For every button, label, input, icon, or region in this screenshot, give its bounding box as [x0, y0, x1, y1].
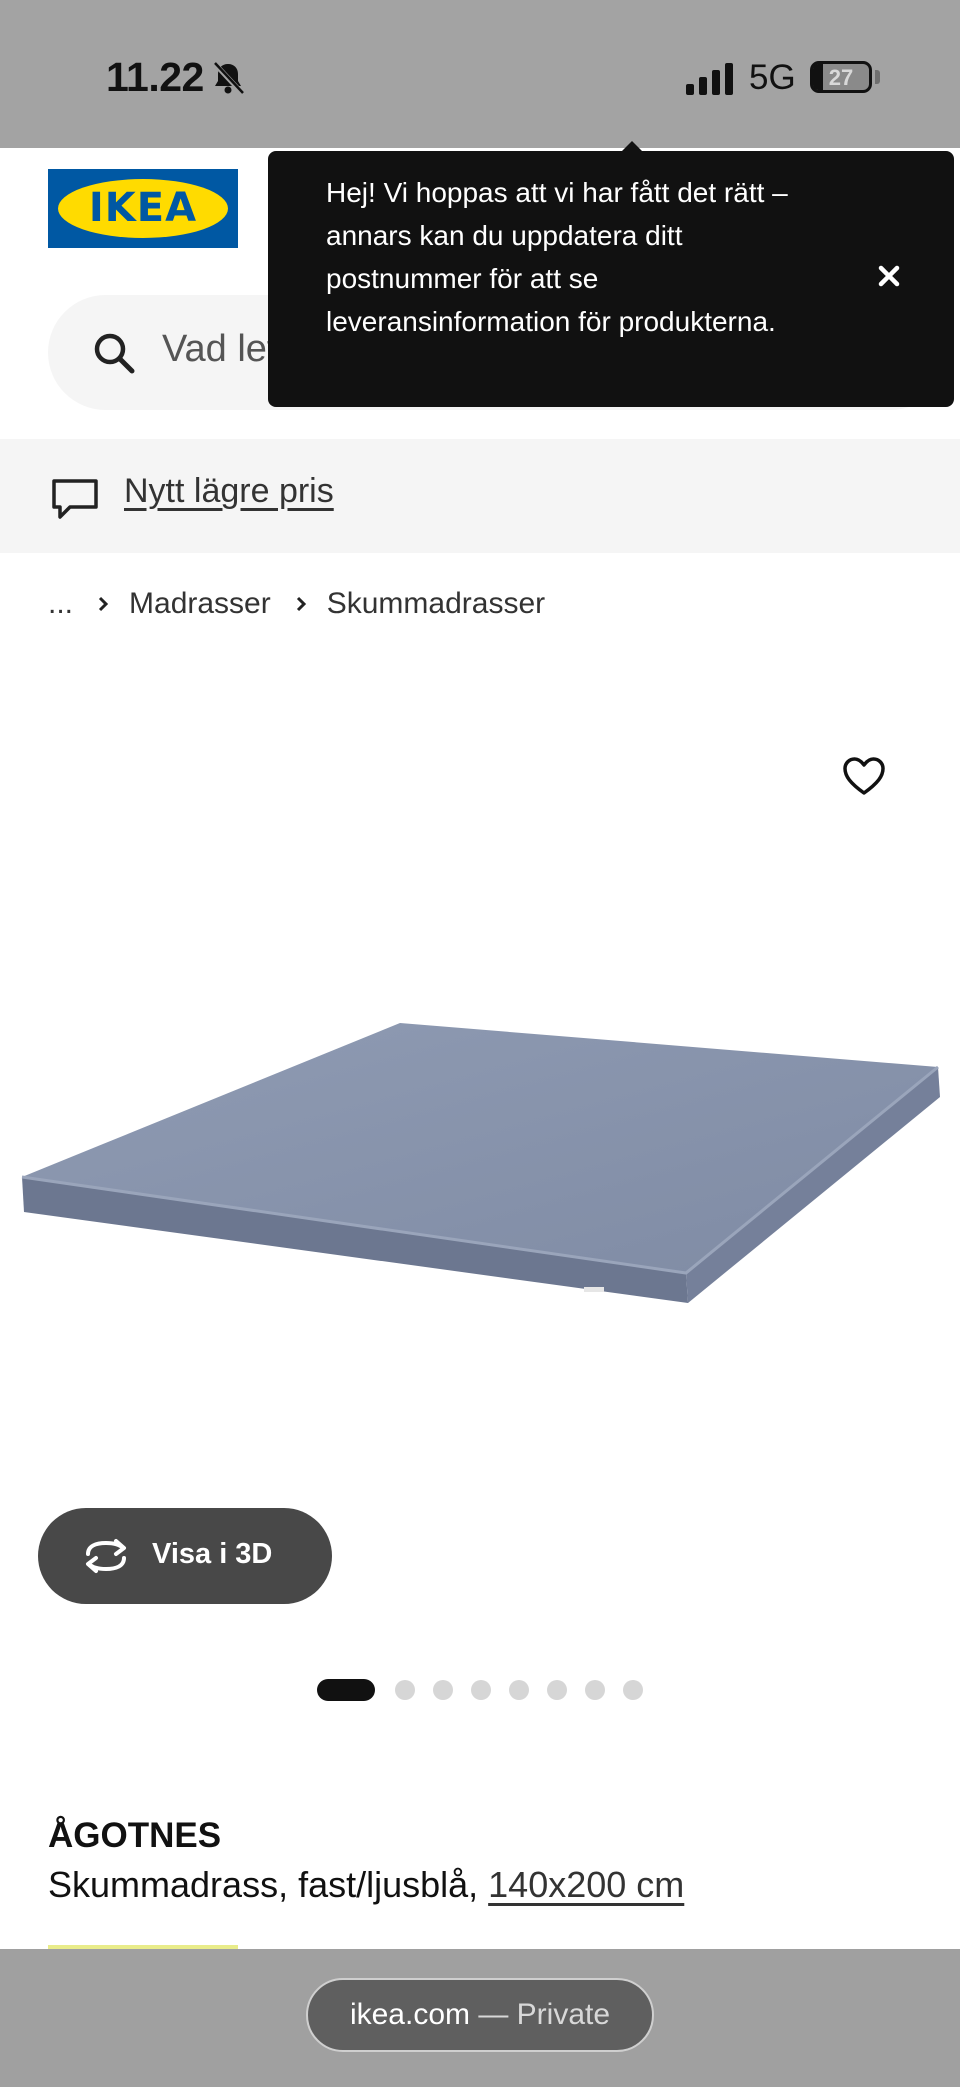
view-3d-label: Visa i 3D — [152, 1538, 273, 1570]
breadcrumb-ellipsis[interactable]: ... — [48, 587, 73, 621]
carousel-dot[interactable] — [509, 1680, 529, 1700]
carousel-dot[interactable] — [623, 1680, 643, 1700]
battery-tip — [875, 70, 880, 84]
carousel-dot[interactable] — [585, 1680, 605, 1700]
view-3d-button[interactable]: Visa i 3D — [38, 1508, 332, 1604]
carousel-dot[interactable] — [471, 1680, 491, 1700]
breadcrumb-madrasser[interactable]: Madrasser — [129, 587, 271, 621]
product-description-text: Skummadrass, fast/ljusblå, — [48, 1864, 489, 1905]
carousel-dots — [317, 1679, 661, 1701]
close-icon[interactable] — [872, 259, 906, 293]
postcode-tooltip: Hej! Vi hoppas att vi har fått det rätt … — [268, 141, 954, 407]
chevron-right-icon — [296, 596, 306, 612]
signal-icon — [686, 63, 733, 95]
carousel-dot[interactable] — [433, 1680, 453, 1700]
address-bar[interactable]: ikea.com — Private — [306, 1978, 654, 2052]
carousel-dot[interactable] — [317, 1679, 375, 1701]
status-bar: 11.22 5G 27 — [0, 0, 960, 148]
logo-text: IKEA — [88, 185, 198, 231]
promo-link[interactable]: Nytt lägre pris — [124, 472, 334, 511]
product-image[interactable] — [0, 1005, 960, 1325]
product-size-link[interactable]: 140x200 cm — [488, 1864, 684, 1905]
browser-bar: ikea.com — Private — [0, 1949, 960, 2087]
bell-muted-icon — [212, 61, 244, 95]
promo-banner: Nytt lägre pris — [0, 439, 960, 553]
search-icon — [94, 333, 135, 374]
carousel-dot[interactable] — [547, 1680, 567, 1700]
status-time: 11.22 — [106, 54, 204, 100]
tooltip-message: Hej! Vi hoppas att vi har fått det rätt … — [326, 177, 788, 337]
ikea-logo[interactable]: IKEA — [48, 169, 238, 248]
product-name: ÅGOTNES — [48, 1816, 222, 1855]
breadcrumb: ... Madrasser Skummadrasser — [48, 584, 545, 624]
chevron-right-icon — [98, 596, 109, 612]
heart-icon[interactable] — [842, 756, 886, 796]
battery-icon: 27 — [810, 61, 872, 93]
battery-level: 27 — [828, 65, 854, 90]
product-description: Skummadrass, fast/ljusblå, 140x200 cm — [48, 1864, 684, 1906]
rotate-3d-icon — [86, 1539, 126, 1573]
browsing-mode: — Private — [470, 1998, 611, 2031]
carousel-dot[interactable] — [395, 1680, 415, 1700]
tooltip-arrow — [620, 141, 644, 153]
speech-bubble-icon — [52, 479, 98, 519]
breadcrumb-skummadrasser[interactable]: Skummadrasser — [327, 587, 545, 621]
url-domain: ikea.com — [349, 1998, 470, 2031]
network-label: 5G — [749, 58, 796, 97]
